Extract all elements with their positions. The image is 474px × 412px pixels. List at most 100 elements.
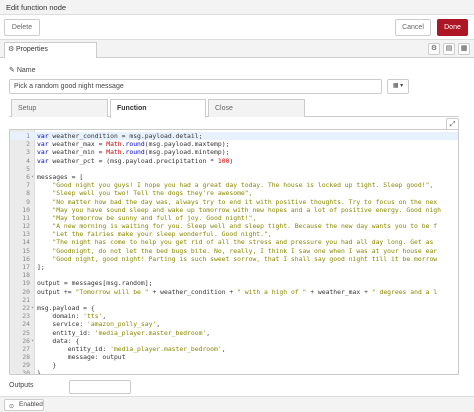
grid-icon[interactable]: ▦ (458, 43, 470, 55)
file-icon[interactable]: ▤ (443, 43, 455, 55)
line-number: 22 (22, 303, 30, 312)
tab-properties-label: Properties (16, 46, 48, 53)
line-number: 17 (22, 263, 30, 271)
fold-icon[interactable]: ▾ (31, 173, 34, 181)
gear-icon[interactable]: ⚙ (428, 43, 440, 55)
line-number: 4 (26, 156, 30, 165)
code-text: "Goodnight, do not let the bed bugs bite… (52, 246, 438, 255)
code-line: 18 (10, 271, 458, 280)
code-line: 27 entity_id: 'media_player.master_bedro… (10, 344, 458, 353)
outputs-row: Outputs (9, 380, 131, 394)
tab-function[interactable]: Function (110, 99, 206, 118)
code-line: 4 var weather_pct = (msg.payload.precipit… (10, 156, 458, 165)
outputs-label: Outputs (9, 382, 34, 389)
code-line: 24 service: 'amazon_polly_say', (10, 320, 458, 329)
delete-button[interactable]: Delete (4, 19, 40, 36)
code-text: entity_id: 'media_player.master_bedroom'… (37, 328, 211, 337)
line-number: 27 (22, 344, 30, 353)
tab-close[interactable]: Close (208, 99, 305, 117)
code-line: 21 (10, 295, 458, 304)
code-line: 26 ▾ data: { (10, 336, 458, 345)
code-text: entity_id: 'media_player.master_bedroom'… (37, 344, 226, 353)
dialog-title: Edit function node (6, 3, 67, 12)
code-editor[interactable]: 1 var weather_condition = msg.payload.det… (9, 129, 459, 375)
code-line: 12 "A new morning is waiting for you. Sl… (10, 222, 458, 231)
fold-icon[interactable]: ▾ (31, 304, 34, 312)
line-number: 15 (22, 246, 30, 255)
code-text: "Good night, good night! Parting is such… (52, 254, 438, 263)
code-text: var weather_min = Math.round(msg.payload… (37, 148, 230, 157)
line-number: 20 (22, 287, 30, 296)
code-line: 17]; (10, 263, 458, 271)
code-text: messages = [ (37, 172, 84, 181)
code-line: 28 message: output (10, 353, 458, 362)
line-number: 18 (22, 271, 30, 280)
code-text: output = messages[msg.random]; (37, 279, 153, 288)
line-number: 24 (22, 320, 30, 329)
line-number: 9 (26, 197, 30, 206)
fold-icon[interactable]: ▾ (31, 337, 34, 345)
line-number: 26 (22, 336, 30, 345)
icon-select[interactable]: ▦ ▾ (387, 79, 409, 94)
code-text: } (37, 369, 41, 375)
function-tabs: Setup Function Close (9, 99, 459, 118)
enabled-toggle[interactable]: ⊙ Enabled (4, 399, 44, 411)
name-label-text: Name (16, 67, 36, 74)
line-number: 25 (22, 328, 30, 337)
code-text: "A new morning is waiting for you. Sleep… (52, 222, 438, 231)
line-number: 8 (26, 189, 30, 198)
name-input[interactable]: Pick a random good night message (9, 79, 382, 94)
line-number: 10 (22, 205, 30, 214)
line-number: 14 (22, 238, 30, 247)
code-line: 1 var weather_condition = msg.payload.det… (10, 132, 458, 141)
gear-icon: ⚙ (8, 46, 15, 53)
dialog-toolbar: Delete Cancel Done (0, 15, 474, 40)
code-text: "No matter how bad the day was, always t… (52, 197, 438, 206)
tab-setup[interactable]: Setup (11, 99, 108, 117)
cancel-button[interactable]: Cancel (395, 19, 431, 36)
code-text: "Let the fairies make your sleep wonderf… (52, 230, 272, 239)
line-number: 21 (22, 295, 30, 304)
code-text: var weather_max = Math.round(msg.payload… (37, 140, 230, 149)
properties-tab-bar: ⚙ Properties ⚙ ▤ ▦ (0, 40, 474, 58)
code-text: var weather_condition = msg.payload.deta… (37, 132, 203, 140)
tab-properties[interactable]: ⚙ Properties (4, 42, 97, 58)
code-text: data: { (37, 336, 80, 345)
outputs-input[interactable] (69, 380, 131, 394)
line-number: 7 (26, 181, 30, 190)
code-line: 16 "Good night, good night! Parting is s… (10, 254, 458, 263)
line-number: 19 (22, 279, 30, 288)
code-line: 13 "Let the fairies make your sleep wond… (10, 230, 458, 239)
line-number: 5 (26, 164, 30, 173)
line-number: 6 (26, 172, 30, 181)
code-lines: 1 var weather_condition = msg.payload.det… (10, 132, 458, 375)
enabled-label: Enabled (19, 401, 43, 408)
code-line: 6 ▾ messages = [ (10, 172, 458, 181)
code-line: 7 "Good night you guys! I hope you had a… (10, 181, 458, 190)
code-text: "May you have sound sleep and wake up to… (52, 205, 441, 214)
tag-icon: ✎ (9, 67, 15, 74)
code-line: 2 var weather_max = Math.round(msg.payloa… (10, 140, 458, 149)
code-line: 9 "No matter how bad the day was, always… (10, 197, 458, 206)
line-number: 13 (22, 230, 30, 239)
code-line: 15 "Goodnight, do not let the bed bugs b… (10, 246, 458, 255)
code-text: msg.payload = { (37, 303, 95, 312)
code-text: "The night has come to help you get rid … (52, 238, 434, 247)
done-button[interactable]: Done (437, 19, 468, 36)
code-line: 14 "The night has come to help you get r… (10, 238, 458, 247)
line-number: 2 (26, 140, 30, 149)
code-text: message: output (37, 353, 126, 362)
code-text: "May tomorrow be sunny and full of joy. … (52, 213, 257, 222)
line-number: 11 (22, 213, 30, 222)
line-number: 3 (26, 148, 30, 157)
code-line: 22 ▾ msg.payload = { (10, 303, 458, 312)
code-line: 25 entity_id: 'media_player.master_bedro… (10, 328, 458, 337)
code-text: "Sleep well you two! Tell the dogs they'… (52, 189, 253, 198)
code-text: output += "Tomorrow will be " + weather_… (37, 287, 438, 296)
code-line: 10 "May you have sound sleep and wake up… (10, 205, 458, 214)
code-line: 11 "May tomorrow be sunny and full of jo… (10, 213, 458, 222)
code-line: 8 "Sleep well you two! Tell the dogs the… (10, 189, 458, 198)
dialog-title-bar: Edit function node (0, 0, 474, 15)
line-number: 12 (22, 222, 30, 231)
code-line: 20 output += "Tomorrow will be " + weathe… (10, 287, 458, 296)
